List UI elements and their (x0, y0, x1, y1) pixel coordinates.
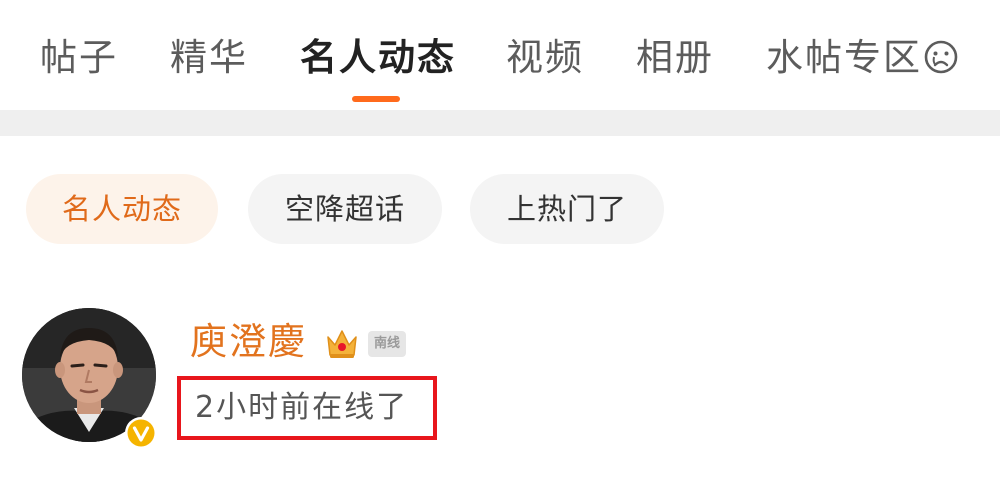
verified-v-icon (125, 417, 157, 449)
active-tab-indicator (352, 96, 400, 102)
level-badge: 南线 (368, 331, 406, 357)
chip-celebrity-news[interactable]: 名人动态 (26, 174, 218, 244)
tab-albums[interactable]: 相册 (636, 34, 714, 82)
tab-posts[interactable]: 帖子 (40, 34, 118, 82)
page: 帖子 精华 名人动态 视频 相册 水帖专区 名人动态 空降超话 上热门了 庾澄慶… (0, 0, 1000, 478)
crown-icon (327, 330, 357, 358)
tab-water-posts[interactable]: 水帖专区 (766, 34, 922, 82)
section-divider (0, 110, 1000, 136)
author-name[interactable]: 庾澄慶 (190, 318, 307, 366)
tab-bar: 帖子 精华 名人动态 视频 相册 水帖专区 (0, 0, 1000, 110)
tab-celebrity-news[interactable]: 名人动态 (300, 34, 456, 82)
online-status-text: 2小时前在线了 (195, 390, 409, 425)
chip-airdrop-supertopic[interactable]: 空降超话 (248, 174, 442, 244)
tab-featured[interactable]: 精华 (170, 34, 248, 82)
tab-videos[interactable]: 视频 (506, 34, 584, 82)
sad-face-emoji-icon (924, 40, 958, 74)
chip-trending[interactable]: 上热门了 (470, 174, 664, 244)
online-status-highlight: 2小时前在线了 (177, 376, 437, 440)
